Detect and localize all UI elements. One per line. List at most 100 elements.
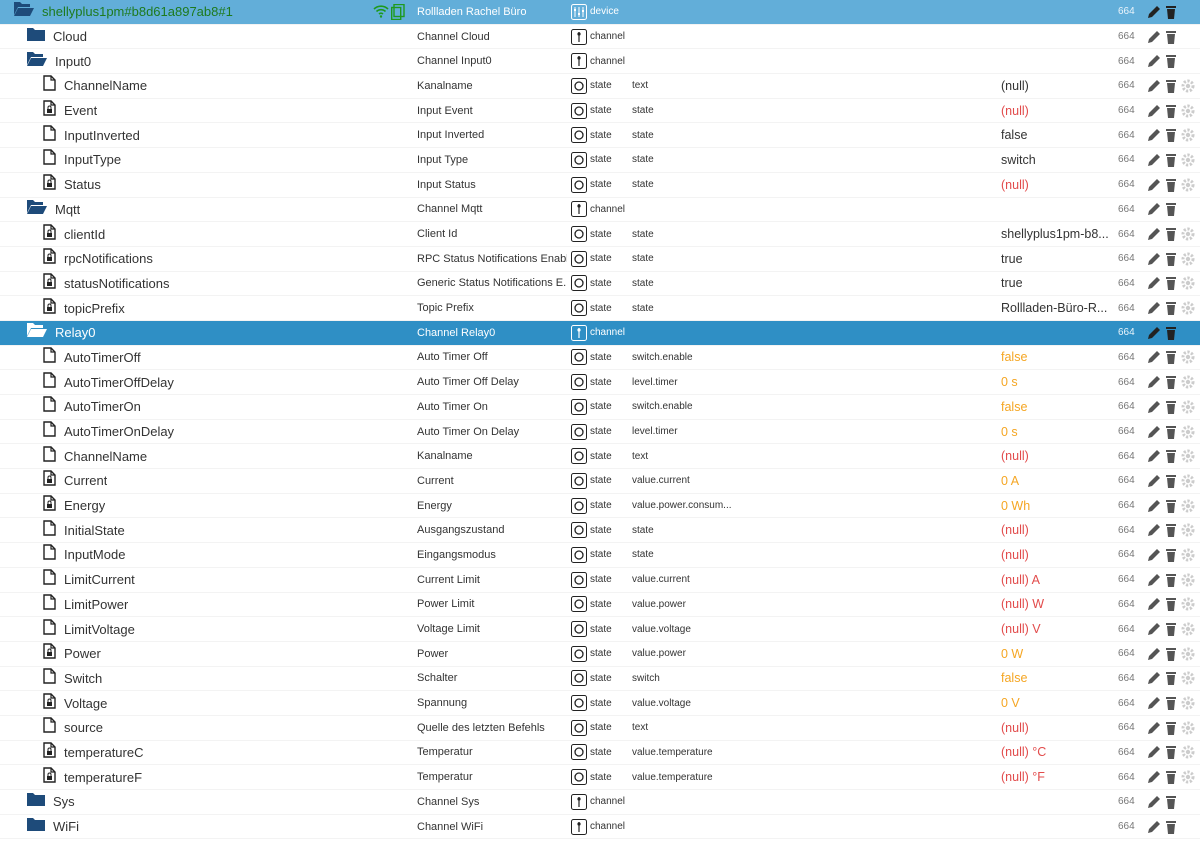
delete-icon[interactable] (1163, 596, 1179, 612)
delete-icon[interactable] (1163, 300, 1179, 316)
edit-icon[interactable] (1146, 251, 1162, 267)
object-value[interactable]: false (1001, 123, 1113, 147)
edit-icon[interactable] (1146, 300, 1162, 316)
object-value[interactable]: false (1001, 395, 1113, 419)
edit-icon[interactable] (1146, 695, 1162, 711)
settings-gear-icon[interactable] (1180, 621, 1196, 637)
object-value[interactable]: 0 s (1001, 370, 1113, 394)
delete-icon[interactable] (1163, 448, 1179, 464)
edit-icon[interactable] (1146, 596, 1162, 612)
tree-row-Sys[interactable]: Sys Channel Sys channel 664 (0, 790, 1200, 815)
object-value[interactable]: true (1001, 247, 1113, 271)
settings-gear-icon[interactable] (1180, 547, 1196, 563)
edit-icon[interactable] (1146, 275, 1162, 291)
settings-gear-icon[interactable] (1180, 744, 1196, 760)
delete-icon[interactable] (1163, 621, 1179, 637)
settings-gear-icon[interactable] (1180, 498, 1196, 514)
edit-icon[interactable] (1146, 621, 1162, 637)
delete-icon[interactable] (1163, 498, 1179, 514)
tree-row-Mqtt[interactable]: Mqtt Channel Mqtt channel 664 (0, 198, 1200, 223)
edit-icon[interactable] (1146, 744, 1162, 760)
tree-row-AutoTimerOn[interactable]: AutoTimerOn Auto Timer On state switch.enab… (0, 395, 1200, 420)
tree-row-statusNotifications[interactable]: statusNotifications Generic Status Notifi… (0, 272, 1200, 297)
tree-row-AutoTimerOff[interactable]: AutoTimerOff Auto Timer Off state switch.en… (0, 346, 1200, 371)
copy-icon[interactable] (391, 4, 405, 20)
delete-icon[interactable] (1163, 177, 1179, 193)
object-value[interactable]: (null) A (1001, 568, 1113, 592)
tree-row-Energy[interactable]: Energy Energy state value.power.consum... 0 … (0, 494, 1200, 519)
delete-icon[interactable] (1163, 103, 1179, 119)
settings-gear-icon[interactable] (1180, 695, 1196, 711)
settings-gear-icon[interactable] (1180, 275, 1196, 291)
edit-icon[interactable] (1146, 4, 1162, 20)
delete-icon[interactable] (1163, 522, 1179, 538)
edit-icon[interactable] (1146, 78, 1162, 94)
edit-icon[interactable] (1146, 103, 1162, 119)
edit-icon[interactable] (1146, 547, 1162, 563)
tree-row-temperatureC[interactable]: temperatureC Temperatur state value.tempera… (0, 741, 1200, 766)
tree-row-ChannelName[interactable]: ChannelName Kanalname state text (null) 664 (0, 74, 1200, 99)
delete-icon[interactable] (1163, 53, 1179, 69)
tree-row-InputInverted[interactable]: InputInverted Input Inverted state state fal… (0, 123, 1200, 149)
tree-row-LimitVoltage[interactable]: LimitVoltage Voltage Limit state value.volt… (0, 617, 1200, 642)
edit-icon[interactable] (1146, 201, 1162, 217)
settings-gear-icon[interactable] (1180, 473, 1196, 489)
delete-icon[interactable] (1163, 720, 1179, 736)
delete-icon[interactable] (1163, 325, 1179, 341)
delete-icon[interactable] (1163, 152, 1179, 168)
tree-row-Event[interactable]: Event Input Event state state (null) 664 (0, 99, 1200, 124)
settings-gear-icon[interactable] (1180, 78, 1196, 94)
delete-icon[interactable] (1163, 547, 1179, 563)
edit-icon[interactable] (1146, 53, 1162, 69)
delete-icon[interactable] (1163, 251, 1179, 267)
edit-icon[interactable] (1146, 424, 1162, 440)
edit-icon[interactable] (1146, 572, 1162, 588)
object-value[interactable]: (null) (1001, 543, 1113, 567)
tree-row-topicPrefix[interactable]: topicPrefix Topic Prefix state state Rolllad… (0, 296, 1200, 321)
delete-icon[interactable] (1163, 646, 1179, 662)
delete-icon[interactable] (1163, 226, 1179, 242)
settings-gear-icon[interactable] (1180, 349, 1196, 365)
edit-icon[interactable] (1146, 646, 1162, 662)
object-value[interactable]: (null) (1001, 173, 1113, 197)
tree-row-temperatureF[interactable]: temperatureF Temperatur state value.tempera… (0, 765, 1200, 790)
object-value[interactable]: 0 A (1001, 469, 1113, 493)
delete-icon[interactable] (1163, 572, 1179, 588)
object-value[interactable]: (null) (1001, 518, 1113, 542)
tree-row-InputMode[interactable]: InputMode Eingangsmodus state state (null) 66… (0, 543, 1200, 568)
edit-icon[interactable] (1146, 819, 1162, 835)
tree-row-InputType[interactable]: InputType Input Type state state switch 664 (0, 148, 1200, 173)
delete-icon[interactable] (1163, 670, 1179, 686)
edit-icon[interactable] (1146, 127, 1162, 143)
tree-row-Current[interactable]: Current Current state value.current 0 A 664 (0, 469, 1200, 494)
edit-icon[interactable] (1146, 522, 1162, 538)
edit-icon[interactable] (1146, 670, 1162, 686)
tree-row-Input0[interactable]: Input0 Channel Input0 channel 664 (0, 49, 1200, 75)
tree-row-clientId[interactable]: clientId Client Id state state shellyplus1pm… (0, 222, 1200, 247)
object-value[interactable]: (null) °C (1001, 741, 1113, 765)
object-value[interactable]: 0 V (1001, 691, 1113, 715)
settings-gear-icon[interactable] (1180, 572, 1196, 588)
edit-icon[interactable] (1146, 325, 1162, 341)
object-value[interactable]: 0 s (1001, 420, 1113, 444)
delete-icon[interactable] (1163, 374, 1179, 390)
edit-icon[interactable] (1146, 448, 1162, 464)
tree-row-AutoTimerOnDelay[interactable]: AutoTimerOnDelay Auto Timer On Delay state… (0, 420, 1200, 445)
settings-gear-icon[interactable] (1180, 596, 1196, 612)
object-value[interactable]: 0 Wh (1001, 494, 1113, 518)
object-value[interactable]: Rollladen-Büro-R... (1001, 296, 1113, 320)
settings-gear-icon[interactable] (1180, 251, 1196, 267)
delete-icon[interactable] (1163, 349, 1179, 365)
edit-icon[interactable] (1146, 374, 1162, 390)
settings-gear-icon[interactable] (1180, 226, 1196, 242)
delete-icon[interactable] (1163, 29, 1179, 45)
settings-gear-icon[interactable] (1180, 177, 1196, 193)
tree-row-ChannelName[interactable]: ChannelName Kanalname state text (null) 664 (0, 444, 1200, 470)
settings-gear-icon[interactable] (1180, 522, 1196, 538)
tree-row-AutoTimerOffDelay[interactable]: AutoTimerOffDelay Auto Timer Off Delay sta… (0, 370, 1200, 395)
tree-row-Power[interactable]: Power Power state value.power 0 W 664 (0, 642, 1200, 667)
object-value[interactable]: (null) (1001, 74, 1113, 98)
delete-icon[interactable] (1163, 424, 1179, 440)
tree-row-rpcNotifications[interactable]: rpcNotifications RPC Status Notifications… (0, 247, 1200, 272)
object-value[interactable]: true (1001, 272, 1113, 296)
